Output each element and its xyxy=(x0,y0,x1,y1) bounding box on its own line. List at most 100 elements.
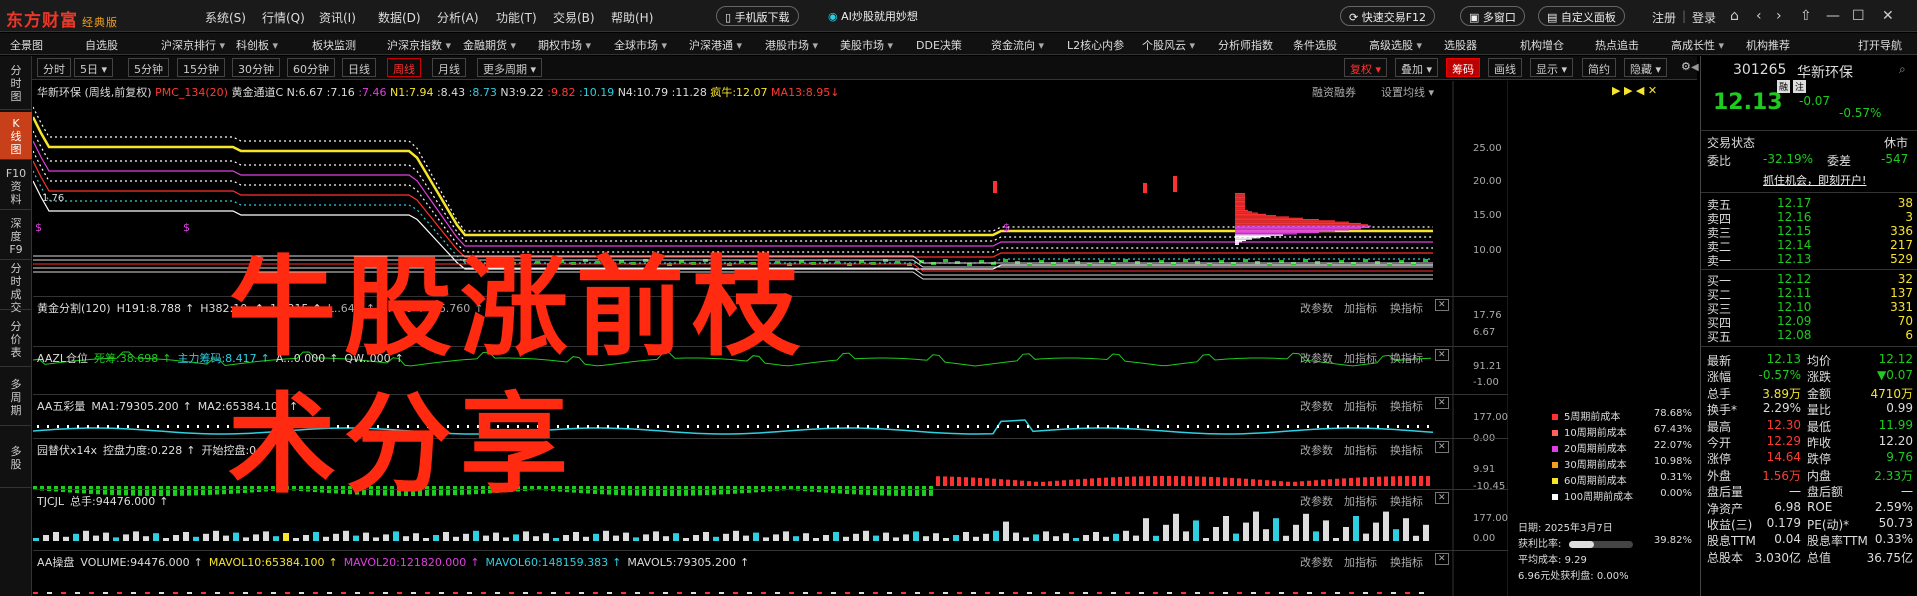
draw-button[interactable]: 画线 xyxy=(1488,58,1522,77)
pane-btn[interactable]: 加指标 xyxy=(1344,398,1377,414)
tab-item[interactable]: 全球市场 ▾ xyxy=(614,37,667,53)
period-15min[interactable]: 15分钟 xyxy=(177,58,225,77)
mobile-download-button[interactable]: ▯ 手机版下载 xyxy=(716,6,799,26)
left-tab[interactable]: 多周期多周期 xyxy=(0,369,32,426)
collapse-icon[interactable]: ◀ xyxy=(1691,62,1699,73)
tab-item[interactable]: 条件选股 xyxy=(1293,37,1337,53)
pane-title[interactable]: 黄金分割(120) xyxy=(37,302,111,315)
left-tab[interactable]: 深度F9深度F9 xyxy=(0,212,32,260)
tab-item[interactable]: 高成长性 ▾ xyxy=(1671,37,1724,53)
order-price[interactable]: 12.15 xyxy=(1777,224,1811,238)
order-price[interactable]: 12.08 xyxy=(1777,328,1811,342)
ma-settings-link[interactable]: 设置均线 ▾ xyxy=(1381,84,1434,100)
left-tab[interactable]: 分时成交分时成交 xyxy=(0,262,32,314)
menu-function[interactable]: 功能(T) xyxy=(496,9,537,26)
tab-item[interactable]: 港股市场 ▾ xyxy=(765,37,818,53)
period-5min[interactable]: 5分钟 xyxy=(128,58,169,77)
left-tab[interactable]: 分价表分价表 xyxy=(0,312,32,367)
multi-window-button[interactable]: ▣ 多窗口 xyxy=(1460,6,1525,26)
period-5day[interactable]: 5日 ▾ xyxy=(74,58,114,77)
period-daily[interactable]: 日线 xyxy=(342,58,376,77)
chips-button[interactable]: 筹码 xyxy=(1446,58,1480,77)
tab-item[interactable]: 沪深京排行 ▾ xyxy=(161,37,225,53)
pane-btn[interactable]: 加指标 xyxy=(1344,442,1377,458)
menu-analysis[interactable]: 分析(A) xyxy=(437,9,479,26)
home-icon[interactable]: ⌂ xyxy=(1730,8,1739,24)
order-price[interactable]: 12.09 xyxy=(1777,314,1811,328)
back-icon[interactable]: ‹ xyxy=(1756,8,1762,24)
app-logo[interactable]: 东方财富 经典版 xyxy=(6,6,118,31)
period-monthly[interactable]: 月线 xyxy=(432,58,466,77)
close-icon[interactable]: ✕ xyxy=(1435,492,1449,504)
tab-item[interactable]: 机构增仓 xyxy=(1520,37,1564,53)
period-30min[interactable]: 30分钟 xyxy=(232,58,280,77)
close-icon[interactable]: ✕ xyxy=(1882,8,1894,24)
menu-quote[interactable]: 行情(Q) xyxy=(262,9,305,26)
menu-trade[interactable]: 交易(B) xyxy=(553,9,595,26)
period-intraday[interactable]: 分时 xyxy=(37,58,71,77)
tab-item[interactable]: 机构推荐 xyxy=(1746,37,1790,53)
login-link[interactable]: 登录 xyxy=(1692,9,1716,26)
pane-title[interactable]: AAZL仓位 xyxy=(37,352,88,365)
tab-item[interactable]: 资金流向 ▾ xyxy=(991,37,1044,53)
left-tab[interactable]: F10资料F10资料 xyxy=(0,162,32,210)
tab-item[interactable]: 分析师指数 xyxy=(1218,37,1273,53)
order-price[interactable]: 12.12 xyxy=(1777,272,1811,286)
close-icon[interactable]: ✕ xyxy=(1435,553,1449,565)
tab-item[interactable]: 选股器 xyxy=(1444,37,1477,53)
pane-btn[interactable]: 改参数 xyxy=(1300,554,1333,570)
pane-btn[interactable]: 改参数 xyxy=(1300,493,1333,509)
pane-btn[interactable]: 改参数 xyxy=(1300,300,1333,316)
tab-item[interactable]: 科创板 ▾ xyxy=(236,37,278,53)
margin-trading-link[interactable]: 融资融券 xyxy=(1312,84,1356,100)
pane-btn[interactable]: 加指标 xyxy=(1344,493,1377,509)
menu-data[interactable]: 数据(D) xyxy=(378,9,421,26)
close-icon[interactable]: ✕ xyxy=(1435,397,1449,409)
tab-item[interactable]: 个股风云 ▾ xyxy=(1142,37,1195,53)
order-price[interactable]: 12.10 xyxy=(1777,300,1811,314)
order-price[interactable]: 12.14 xyxy=(1777,238,1811,252)
tab-item[interactable]: DDE决策 xyxy=(916,37,962,53)
toolbar-icons[interactable]: ▶ ▶ ◀ ✕ xyxy=(1612,84,1657,97)
left-tab[interactable]: K线图K线图 xyxy=(0,112,32,160)
register-link[interactable]: 注册 xyxy=(1652,9,1676,26)
tab-item[interactable]: 板块监测 xyxy=(312,37,356,53)
pane-title[interactable]: 园替伏x14x xyxy=(37,444,97,457)
period-60min[interactable]: 60分钟 xyxy=(287,58,335,77)
search-icon[interactable]: ⌕ xyxy=(1899,62,1906,77)
tab-item[interactable]: 美股市场 ▾ xyxy=(840,37,893,53)
tab-item[interactable]: 沪深港通 ▾ xyxy=(689,37,742,53)
tab-item[interactable]: 全景图 xyxy=(10,37,43,53)
pane-btn[interactable]: 改参数 xyxy=(1300,350,1333,366)
custom-panel-button[interactable]: ▤ 自定义面板 xyxy=(1538,6,1625,26)
maximize-icon[interactable]: ☐ xyxy=(1852,8,1865,24)
menu-system[interactable]: 系统(S) xyxy=(205,9,246,26)
tab-item[interactable]: L2核心内参 xyxy=(1067,37,1124,53)
order-price[interactable]: 12.11 xyxy=(1777,286,1811,300)
order-price[interactable]: 12.17 xyxy=(1777,196,1811,210)
pane-btn[interactable]: 改参数 xyxy=(1300,398,1333,414)
pane-title[interactable]: AA操盘 xyxy=(37,556,74,569)
pane-btn[interactable]: 换指标 xyxy=(1390,350,1423,366)
tab-item[interactable]: 热点追击 xyxy=(1595,37,1639,53)
pane-title[interactable]: AA五彩量 xyxy=(37,400,85,413)
menu-help[interactable]: 帮助(H) xyxy=(611,9,653,26)
ai-button[interactable]: ◉ AI炒股就用妙想 xyxy=(820,6,926,26)
period-more[interactable]: 更多周期 ▾ xyxy=(477,58,543,77)
pane-btn[interactable]: 加指标 xyxy=(1344,300,1377,316)
simple-button[interactable]: 简约 xyxy=(1582,58,1616,77)
adjust-button[interactable]: 复权 ▾ xyxy=(1344,58,1388,77)
close-icon[interactable]: ✕ xyxy=(1435,441,1449,453)
left-tab[interactable]: 分时图分时图 xyxy=(0,56,32,110)
pane-btn[interactable]: 换指标 xyxy=(1390,300,1423,316)
minimize-icon[interactable]: — xyxy=(1826,8,1840,24)
pane-btn[interactable]: 换指标 xyxy=(1390,554,1423,570)
pane-btn[interactable]: 改参数 xyxy=(1300,442,1333,458)
forward-icon[interactable]: › xyxy=(1776,8,1782,24)
menu-info[interactable]: 资讯(I) xyxy=(319,9,356,26)
pane-btn[interactable]: 加指标 xyxy=(1344,554,1377,570)
tab-item[interactable]: 自选股 xyxy=(85,37,118,53)
close-icon[interactable]: ✕ xyxy=(1435,349,1449,361)
pane-btn[interactable]: 换指标 xyxy=(1390,442,1423,458)
close-icon[interactable]: ✕ xyxy=(1435,299,1449,311)
